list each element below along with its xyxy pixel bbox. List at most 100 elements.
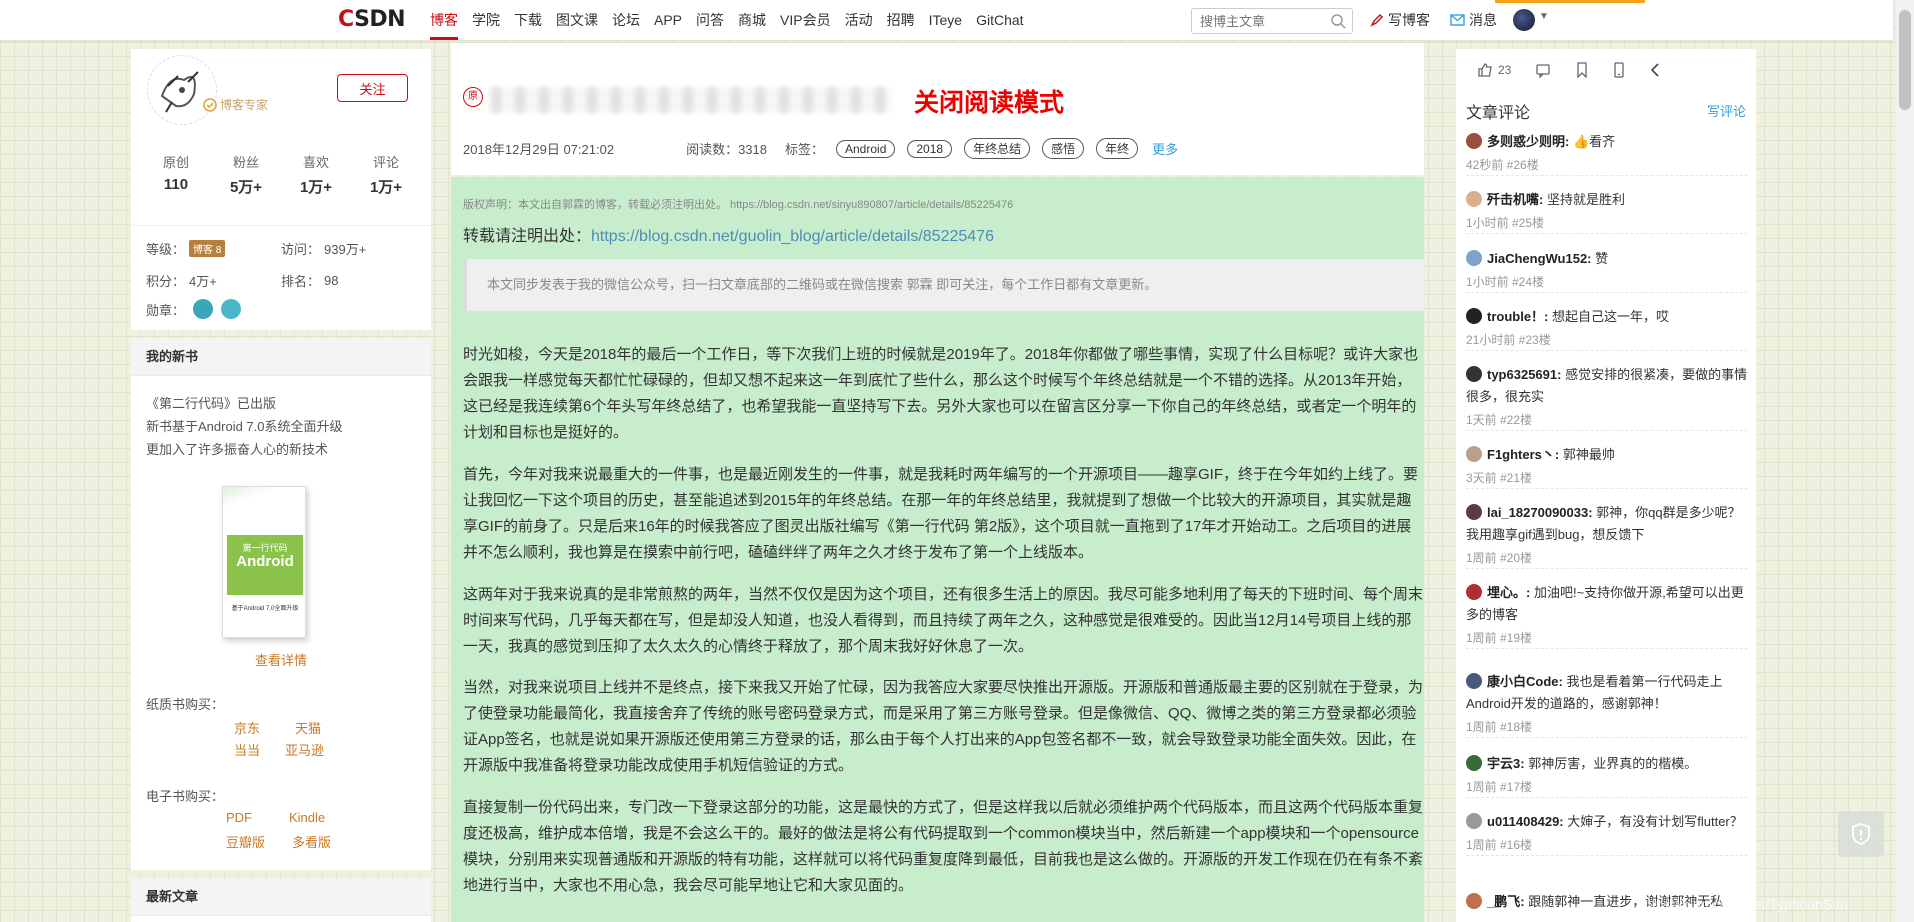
nav-item-vip[interactable]: VIP会员 — [773, 0, 838, 40]
commenter-avatar[interactable] — [1466, 308, 1482, 324]
csdn-logo[interactable]: CSDN — [338, 7, 406, 33]
commenter-name[interactable]: lai_18270090033: — [1487, 505, 1593, 520]
view-detail-link[interactable]: 查看详情 — [131, 650, 431, 669]
tag-item[interactable]: 年终 — [1096, 138, 1139, 159]
comment-item[interactable]: typ6325691: 感觉安排的很紧凑，要做的事情很多，很充实 1天前 #22… — [1466, 364, 1748, 431]
comment-meta: 1周前 #20楼 — [1466, 551, 1533, 565]
buy-link-dangdang[interactable]: 当当 — [234, 740, 260, 759]
commenter-avatar[interactable] — [1466, 893, 1482, 909]
nav-item-forum[interactable]: 论坛 — [605, 0, 647, 40]
stat-fans[interactable]: 粉丝 5万+ — [211, 152, 281, 197]
comment-meta: 1小时前 #25楼 — [1466, 216, 1545, 230]
buy-link-tmall[interactable]: 天猫 — [295, 718, 321, 737]
commenter-name[interactable]: typ6325691: — [1487, 367, 1561, 382]
scrollbar-thumb[interactable] — [1899, 10, 1911, 110]
stat-original[interactable]: 原创 110 — [141, 152, 211, 197]
level-badge[interactable]: 博客 8 — [189, 240, 226, 257]
like-button[interactable]: 23 — [1477, 62, 1511, 78]
nav-item-iteye[interactable]: ITeye — [922, 0, 969, 40]
user-avatar[interactable] — [1513, 9, 1535, 31]
repost-link[interactable]: https://blog.csdn.net/guolin_blog/articl… — [591, 228, 994, 245]
latest-articles-header: 最新文章 — [131, 878, 431, 916]
page-scrollbar[interactable] — [1896, 0, 1914, 922]
medal-icon[interactable] — [221, 299, 242, 319]
tag-item[interactable]: Android — [836, 139, 896, 158]
search-input[interactable] — [1192, 9, 1322, 33]
comment-item[interactable]: lai_18270090033: 郭神，你qq群是多少呢？我用趣享gif遇到bu… — [1466, 502, 1748, 569]
commenter-name[interactable]: _鹏飞: — [1487, 894, 1525, 909]
article-header: 原 关闭阅读模式 2018年12月29日 07:21:02 阅读数：3318 标… — [451, 43, 1424, 175]
comment-item[interactable]: trouble！: 想起自己这一年，哎 21小时前 #23楼 — [1466, 306, 1748, 351]
bookmark-button[interactable] — [1575, 62, 1589, 78]
comment-item[interactable]: F1ghters丶: 郭神最帅 3天前 #21楼 — [1466, 444, 1748, 489]
commenter-avatar[interactable] — [1466, 191, 1482, 207]
medal-icon[interactable] — [193, 299, 214, 319]
comment-item[interactable]: 埋心。: 加油吧!~支持你做开源,希望可以出更多的博客 1周前 #19楼 — [1466, 582, 1748, 649]
commenter-name[interactable]: u011408429: — [1487, 814, 1564, 829]
messages-button[interactable]: 消息 — [1450, 0, 1497, 40]
follow-button[interactable]: 关注 — [337, 74, 408, 102]
commenter-name[interactable]: 多则惑少则明: — [1487, 134, 1569, 149]
nav-item-course[interactable]: 图文课 — [549, 0, 605, 40]
nav-item-app[interactable]: APP — [647, 0, 689, 40]
write-comment-link[interactable]: 写评论 — [1707, 101, 1746, 120]
buy-link-kindle[interactable]: Kindle — [289, 810, 325, 825]
buy-link-pdf[interactable]: PDF — [226, 810, 252, 825]
commenter-avatar[interactable] — [1466, 584, 1482, 600]
tag-item[interactable]: 年终总结 — [964, 138, 1031, 159]
collapse-button[interactable] — [1649, 62, 1661, 78]
commenter-avatar[interactable] — [1466, 755, 1482, 771]
stat-comments[interactable]: 评论 1万+ — [351, 152, 421, 197]
commenter-name[interactable]: 埋心。: — [1487, 585, 1530, 600]
nav-item-jobs[interactable]: 招聘 — [880, 0, 922, 40]
nav-item-download[interactable]: 下载 — [507, 0, 549, 40]
mobile-view-button[interactable] — [1613, 62, 1625, 78]
write-blog-button[interactable]: 写博客 — [1370, 0, 1430, 40]
tag-item[interactable]: 感悟 — [1042, 138, 1085, 159]
commenter-name[interactable]: trouble！: — [1487, 309, 1548, 324]
book-cover-image[interactable]: 第一行代码 Android 基于Android 7.0全面升级 — [222, 486, 306, 638]
comment-item[interactable]: JiaChengWu152: 赞 1小时前 #24楼 — [1466, 248, 1748, 293]
author-avatar[interactable] — [147, 55, 217, 125]
report-float-button[interactable] — [1838, 811, 1884, 857]
nav-item-qa[interactable]: 问答 — [689, 0, 731, 40]
commenter-avatar[interactable] — [1466, 133, 1482, 149]
more-tags-link[interactable]: 更多 — [1152, 139, 1178, 158]
comment-item[interactable]: 多则惑少则明: 👍看齐 42秒前 #26楼 — [1466, 131, 1748, 176]
comment-meta: 1天前 #22楼 — [1466, 413, 1533, 427]
commenter-name[interactable]: F1ghters丶: — [1487, 447, 1559, 462]
comment-meta: 1小时前 #24楼 — [1466, 275, 1545, 289]
search-icon[interactable] — [1330, 13, 1346, 29]
comment-item[interactable]: 康小白Code: 我也是看着第一行代码走上Android开发的道路的，感谢郭神！… — [1466, 671, 1748, 738]
buy-link-jd[interactable]: 京东 — [234, 718, 260, 737]
nav-item-blog[interactable]: 博客 — [423, 0, 465, 40]
nav-item-academy[interactable]: 学院 — [465, 0, 507, 40]
commenter-name[interactable]: JiaChengWu152: — [1487, 251, 1592, 266]
close-reading-mode-button[interactable]: 关闭阅读模式 — [914, 83, 1064, 119]
commenter-avatar[interactable] — [1466, 813, 1482, 829]
commenter-avatar[interactable] — [1466, 673, 1482, 689]
nav-item-gitchat[interactable]: GitChat — [969, 0, 1030, 40]
commenter-name[interactable]: 歼击机嘴: — [1487, 192, 1543, 207]
commenter-name[interactable]: 康小白Code: — [1487, 674, 1563, 689]
comment-text: 坚持就是胜利 — [1546, 192, 1625, 207]
nav-item-activity[interactable]: 活动 — [838, 0, 880, 40]
tag-item[interactable]: 2018 — [907, 139, 953, 158]
comment-item[interactable]: 宇云3: 郭神厉害，业界真的的楷模。 1周前 #17楼 — [1466, 753, 1748, 798]
commenter-avatar[interactable] — [1466, 366, 1482, 382]
stat-likes[interactable]: 喜欢 1万+ — [281, 152, 351, 197]
commenter-name[interactable]: 宇云3: — [1487, 756, 1525, 771]
top-nav-bar: CSDN 博客 学院 下载 图文课 论坛 APP 问答 商城 VIP会员 活动 … — [0, 0, 1893, 40]
chevron-down-icon[interactable]: ▼ — [1539, 11, 1549, 22]
buy-link-douban[interactable]: 豆瓣版 — [226, 832, 265, 851]
comment-item[interactable]: 歼击机嘴: 坚持就是胜利 1小时前 #25楼 — [1466, 189, 1748, 234]
commenter-avatar[interactable] — [1466, 446, 1482, 462]
comment-button[interactable] — [1535, 62, 1551, 78]
comment-meta: 21小时前 #23楼 — [1466, 333, 1551, 347]
buy-link-duokan[interactable]: 多看版 — [292, 832, 331, 851]
commenter-avatar[interactable] — [1466, 250, 1482, 266]
nav-item-mall[interactable]: 商城 — [731, 0, 773, 40]
commenter-avatar[interactable] — [1466, 504, 1482, 520]
comment-item[interactable]: u011408429: 大婶子，有没有计划写flutter？ 1周前 #16楼 — [1466, 811, 1748, 856]
buy-link-amazon[interactable]: 亚马逊 — [285, 740, 324, 759]
